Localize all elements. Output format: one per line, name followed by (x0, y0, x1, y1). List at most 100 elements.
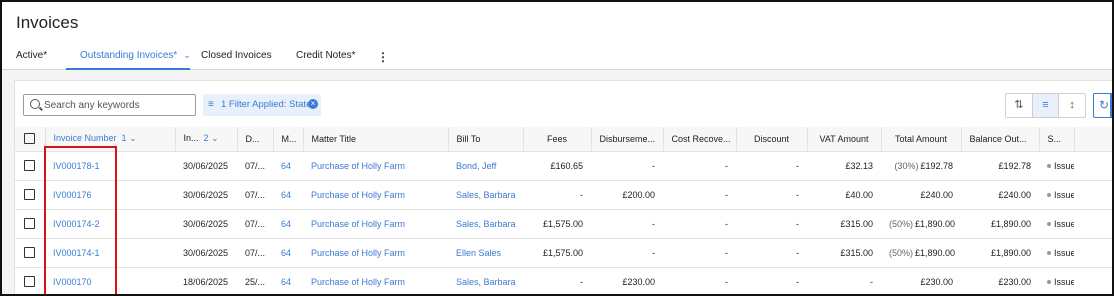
due-date-cell: 07/... (237, 238, 273, 268)
status-dot-icon (1047, 164, 1051, 169)
vat-amount-cell: - (870, 276, 873, 287)
row-checkbox[interactable] (24, 276, 35, 288)
total-amount-cell: £230.00 (920, 276, 953, 287)
bill-to-link[interactable]: Ellen Sales (456, 248, 501, 258)
invoice-number-cell: IV000176 (45, 180, 175, 210)
due-date-cell: 25/... (245, 276, 266, 287)
table-row[interactable]: IV000176 30/06/2025 07/... 64 Purchase of Ho… (15, 180, 1112, 210)
sort-desc-icon[interactable]: ⌄ (211, 133, 219, 143)
balance-outstanding-cell: £1,890.00 (990, 218, 1031, 229)
matter-title-link[interactable]: Purchase of Holly Farm (311, 277, 405, 287)
discount-cell: - (736, 209, 807, 239)
row-spacer (1074, 151, 1112, 181)
disbursements-cell: £230.00 (622, 276, 655, 287)
table-row[interactable]: IV000174-2 30/06/2025 07/... 64 Purchase of … (15, 209, 1112, 239)
table-row[interactable]: IV000170 18/06/2025 25/... 64 Purchase of Ho… (15, 267, 1112, 294)
bill-to-link[interactable]: Sales, Barbara (456, 277, 516, 287)
header-invoice-number[interactable]: Invoice Number 1 ⌄ (45, 127, 176, 152)
tab-closed-invoices[interactable]: Closed Invoices (201, 50, 272, 61)
discount-cell: - (796, 247, 799, 258)
cost-recovery-cell: - (725, 218, 728, 229)
invoice-date-cell: 30/06/2025 (175, 209, 237, 239)
total-amount-cell: (30%) £192.78 (881, 151, 961, 181)
header-balance-outstanding[interactable]: Balance Out... (961, 127, 1040, 152)
header-matter-title[interactable]: Matter Title (303, 127, 449, 152)
status-cell: Issued (1039, 180, 1074, 210)
status-cell: Issued (1054, 189, 1074, 200)
bill-to-link[interactable]: Sales, Barbara (456, 190, 516, 200)
bill-to-link[interactable]: Bond, Jeff (456, 161, 496, 171)
header-fees[interactable]: Fees (523, 127, 592, 152)
tab-active[interactable]: Active* (16, 50, 47, 61)
header-due-date[interactable]: D... (237, 127, 274, 152)
invoice-number-cell: IV000170 (45, 267, 175, 294)
row-checkbox[interactable] (24, 189, 35, 201)
header-total-amount[interactable]: Total Amount (881, 127, 962, 152)
matter-link[interactable]: 64 (281, 277, 291, 287)
row-checkbox[interactable] (24, 160, 35, 172)
density-standard-icon[interactable]: ≡ (1032, 94, 1060, 117)
row-spacer (1074, 238, 1112, 268)
cost-recovery-cell: - (725, 247, 728, 258)
due-date-cell: 07/... (237, 209, 273, 239)
status-cell: Issued (1054, 218, 1074, 229)
tab-credit-notes[interactable]: Credit Notes* (296, 50, 355, 61)
header-disbursements[interactable]: Disburseme... (591, 127, 664, 152)
status-cell: Issued (1039, 151, 1074, 181)
cost-recovery-cell: - (725, 189, 728, 200)
matter-link[interactable]: 64 (281, 161, 291, 171)
vat-amount-cell: £315.00 (840, 247, 873, 258)
header-matter[interactable]: M... (273, 127, 304, 152)
density-compact-icon[interactable]: ⇅ (1006, 94, 1033, 117)
primary-action-button[interactable] (1110, 93, 1112, 118)
header-status[interactable]: S... (1039, 127, 1075, 152)
matter-cell: 64 (273, 180, 303, 210)
header-vat-amount[interactable]: VAT Amount (807, 127, 882, 152)
filter-chip[interactable]: ≡ 1 Filter Applied: State × (203, 94, 321, 116)
matter-title-link[interactable]: Purchase of Holly Farm (311, 161, 405, 171)
vat-amount-cell: - (807, 267, 881, 294)
search-box[interactable] (23, 94, 196, 116)
tab-outstanding-invoices[interactable]: Outstanding Invoices* ⌄ (80, 50, 191, 61)
row-checkbox[interactable] (24, 247, 35, 259)
invoice-number-link[interactable]: IV000170 (53, 277, 92, 287)
table-row[interactable]: IV000178-1 30/06/2025 07/... 64 Purchase of … (15, 151, 1112, 181)
vat-amount-cell: £315.00 (807, 209, 881, 239)
row-checkbox[interactable] (24, 218, 35, 230)
invoice-number-link[interactable]: IV000176 (53, 190, 92, 200)
due-date-cell: 07/... (245, 218, 266, 229)
matter-link[interactable]: 64 (281, 190, 291, 200)
invoice-number-link[interactable]: IV000178-1 (53, 161, 100, 171)
bill-to-link[interactable]: Sales, Barbara (456, 219, 516, 229)
status-cell: Issued (1039, 209, 1074, 239)
total-percentage: (30%) (894, 160, 919, 171)
bill-to-cell: Sales, Barbara (448, 180, 523, 210)
density-expanded-icon[interactable]: ↕ (1059, 94, 1085, 117)
invoice-number-link[interactable]: IV000174-2 (53, 219, 100, 229)
header-discount[interactable]: Discount (736, 127, 808, 152)
search-input[interactable] (44, 97, 192, 113)
discount-cell: - (736, 267, 807, 294)
more-options-icon[interactable]: ⋮ (377, 50, 389, 64)
header-bill-to[interactable]: Bill To (448, 127, 524, 152)
clear-filter-icon[interactable]: × (308, 99, 318, 109)
table-row[interactable]: IV000174-1 30/06/2025 07/... 64 Purchase of … (15, 238, 1112, 268)
sort-desc-icon[interactable]: ⌄ (129, 133, 137, 143)
row-select-cell (15, 267, 45, 294)
chevron-down-icon[interactable]: ⌄ (183, 50, 191, 61)
header-cost-recovery[interactable]: Cost Recove... (663, 127, 737, 152)
balance-outstanding-cell: £1,890.00 (990, 247, 1031, 258)
discount-cell: - (736, 180, 807, 210)
invoice-number-link[interactable]: IV000174-1 (53, 248, 100, 258)
matter-link[interactable]: 64 (281, 219, 291, 229)
balance-outstanding-cell: £240.00 (961, 180, 1039, 210)
select-all-checkbox[interactable] (24, 133, 35, 145)
header-invoice-date[interactable]: In... 2 ⌄ (175, 127, 238, 152)
matter-link[interactable]: 64 (281, 248, 291, 258)
matter-title-link[interactable]: Purchase of Holly Farm (311, 219, 405, 229)
status-cell: Issued (1039, 267, 1074, 294)
matter-title-link[interactable]: Purchase of Holly Farm (311, 190, 405, 200)
matter-title-cell: Purchase of Holly Farm (303, 209, 448, 239)
header-spacer (1074, 127, 1112, 152)
matter-title-link[interactable]: Purchase of Holly Farm (311, 248, 405, 258)
